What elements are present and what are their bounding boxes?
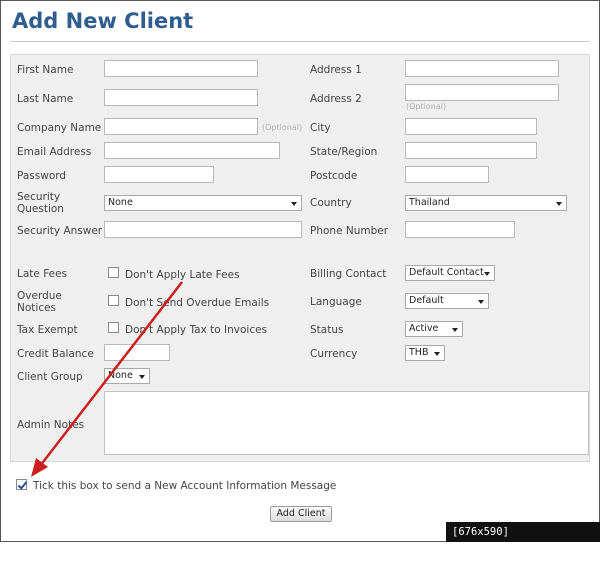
watermark-footer: [676x590] https://upic.me/ bbox=[446, 522, 600, 558]
arrow-shaft bbox=[39, 281, 183, 467]
annotation-arrow bbox=[31, 281, 183, 477]
